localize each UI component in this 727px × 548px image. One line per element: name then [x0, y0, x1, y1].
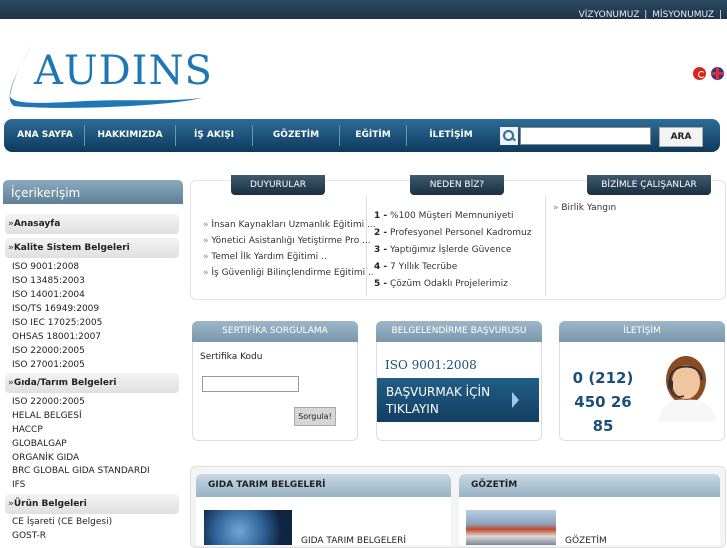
separator: | — [718, 10, 722, 20]
column-divider — [545, 197, 546, 296]
query-button[interactable]: Sorgula! — [294, 407, 336, 426]
sidebar-link[interactable]: GLOBALGAP — [12, 439, 67, 449]
search-icon[interactable] — [500, 127, 518, 145]
certificate-code-input[interactable] — [202, 376, 299, 392]
column-divider — [366, 197, 367, 296]
sidebar-link[interactable]: HELAL BELGESİ — [12, 411, 82, 421]
why-item: 1 - %100 Müşteri Memnuniyeti — [374, 211, 514, 221]
sidebar-item-product-certificates[interactable]: »Ürün Belgeleri — [5, 494, 179, 514]
client-item[interactable]: Birlik Yangın — [553, 203, 616, 213]
mission-link[interactable]: MİSYONUMUZ — [652, 10, 714, 20]
sidebar-link[interactable]: CE İşareti (CE Belgesi) — [12, 517, 112, 527]
sidebar-link[interactable]: GOST-R — [12, 531, 46, 541]
nav-inspection[interactable]: GÖZETİM — [253, 119, 339, 152]
sidebar-link[interactable]: HACCP — [12, 425, 43, 435]
support-agent-image — [658, 356, 716, 422]
nav-home[interactable]: ANA SAYFA — [6, 119, 84, 152]
announcement-item[interactable]: İş Güvenliği Bilinçlendirme Eğitimi .. — [203, 268, 373, 278]
why-item: 5 - Çözüm Odaklı Projelerimiz — [374, 279, 508, 289]
vision-link[interactable]: VİZYONUMUZ — [579, 10, 640, 20]
iso-standard-label: ISO 9001:2008 — [385, 358, 477, 372]
why-item: 2 - Profesyonel Personel Kadromuz — [374, 228, 532, 238]
turkish-flag-icon[interactable] — [693, 67, 706, 80]
sidebar-header: İçerikerişim — [3, 180, 183, 204]
sidebar-link[interactable]: ISO 14001:2004 — [12, 290, 85, 300]
why-item: 3 - Yaptığımız İşlerde Güvence — [374, 245, 512, 255]
why-item: 4 - 7 Yıllık Tecrübe — [374, 262, 458, 272]
sidebar-link[interactable]: ISO 9001:2008 — [12, 262, 79, 272]
sidebar-link[interactable]: ISO 27001:2005 — [12, 360, 85, 370]
logo-text: AUDINS — [34, 48, 213, 94]
sidebar-item-quality-certificates[interactable]: »Kalite Sistem Belgeleri — [5, 238, 179, 258]
nav-workflow[interactable]: İŞ AKIŞI — [176, 119, 252, 152]
contact-title: İLETİŞİM — [559, 321, 725, 342]
sidebar-link[interactable]: BRC GLOBAL GIDA STANDARDI — [12, 466, 150, 476]
nav-about[interactable]: HAKKIMIZDA — [85, 119, 175, 152]
application-title: BELGELENDİRME BAŞVURUSU — [376, 321, 542, 342]
sidebar-link[interactable]: ISO 13485:2003 — [12, 276, 85, 286]
audins-logo[interactable]: AUDINS — [6, 38, 212, 108]
sidebar-link[interactable]: ISO/TS 16949:2009 — [12, 304, 99, 314]
announcement-item[interactable]: Yönetici Asistanlığı Yetiştirme Pro ... — [203, 236, 370, 246]
tab-why-us[interactable]: NEDEN BİZ? — [410, 175, 504, 195]
sidebar-link[interactable]: OHSAS 18001:2007 — [12, 332, 101, 342]
sidebar-item-food-certificates[interactable]: »Gıda/Tarım Belgeleri — [5, 373, 179, 393]
tab-announcements[interactable]: DUYURULAR — [231, 175, 325, 195]
sidebar-link[interactable]: IFS — [12, 480, 25, 490]
arrow-right-icon[interactable] — [512, 392, 519, 408]
top-links: VİZYONUMUZ | MİSYONUMUZ | — [578, 10, 723, 20]
sidebar-link[interactable]: ISO 22000:2005 — [12, 397, 85, 407]
tab-clients[interactable]: BİZİMLE ÇALIŞANLAR — [587, 175, 711, 195]
announcement-item[interactable]: İnsan Kaynakları Uzmanlık Eğitimi ... — [203, 220, 375, 230]
sidebar-link[interactable]: ORGANİK GIDA — [12, 453, 79, 463]
globe-image[interactable] — [204, 510, 292, 545]
certificate-code-label: Sertifika Kodu — [200, 352, 263, 362]
nav-contact[interactable]: İLETİŞİM — [407, 119, 495, 152]
inspection-header: GÖZETİM — [459, 474, 720, 497]
certificate-query-title: SERTİFİKA SORGULAMA — [192, 321, 358, 342]
nav-training[interactable]: EĞİTİM — [340, 119, 406, 152]
english-flag-icon[interactable] — [711, 67, 724, 80]
apply-banner-text[interactable]: BAŞVURMAK İÇİN TIKLAYIN — [386, 384, 506, 418]
search-input[interactable] — [520, 127, 651, 145]
phone-number: 0 (212) 450 26 85 — [572, 369, 634, 435]
separator: | — [644, 10, 648, 20]
sidebar-title: İçerikerişim — [11, 186, 81, 200]
sidebar-link[interactable]: ISO 22000:2005 — [12, 346, 85, 356]
sidebar-link[interactable]: ISO IEC 17025:2005 — [12, 318, 102, 328]
announcement-item[interactable]: Temel İlk Yardım Eğitimi .. — [203, 252, 326, 262]
food-certificates-header: GIDA TARIM BELGELERİ — [196, 474, 451, 497]
search-button[interactable]: ARA — [659, 127, 703, 147]
ship-image[interactable] — [466, 510, 556, 545]
sidebar-item-home[interactable]: »Anasayfa — [5, 214, 179, 234]
sidebar: »Anasayfa »Kalite Sistem Belgeleri ISO 9… — [3, 204, 183, 545]
